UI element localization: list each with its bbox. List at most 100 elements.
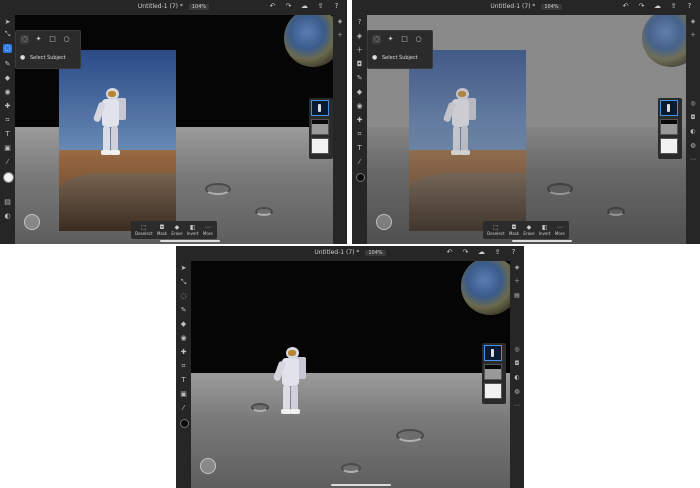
healing-tool-icon[interactable]: ✚	[3, 102, 12, 111]
share-icon[interactable]: ⇪	[493, 248, 502, 257]
type-tool-icon[interactable]: T	[355, 144, 364, 153]
healing-tool-icon[interactable]: ✚	[179, 348, 188, 357]
transform-tool-icon[interactable]: ⤡	[179, 278, 188, 287]
fill-tool-icon[interactable]: ◉	[355, 102, 364, 111]
type-tool-icon[interactable]: T	[179, 376, 188, 385]
rectangle-select-icon[interactable]: □	[400, 35, 409, 44]
touch-shortcut-button[interactable]	[200, 458, 216, 474]
layer-thumb-moon[interactable]	[660, 119, 678, 135]
mask-tool-icon[interactable]: ◘	[355, 60, 364, 69]
layer-thumb-astronaut[interactable]	[660, 100, 678, 116]
color-swatch[interactable]	[180, 419, 189, 428]
layers-icon[interactable]: ◈	[336, 18, 344, 26]
fill-tool-icon[interactable]: ◉	[179, 334, 188, 343]
layers-icon[interactable]: ◈	[689, 18, 697, 26]
add-layer-icon[interactable]: ＋	[689, 32, 697, 40]
deselect-button[interactable]: ⬚ Deselect	[487, 224, 504, 236]
ellipse-select-icon[interactable]: ○	[62, 35, 71, 44]
touch-shortcut-button[interactable]	[376, 214, 392, 230]
share-icon[interactable]: ⇪	[669, 2, 678, 11]
eraser-tool-icon[interactable]: ◆	[355, 88, 364, 97]
add-layer-icon[interactable]: ＋	[513, 278, 521, 286]
lasso-select-tool-icon[interactable]: ◌	[179, 292, 188, 301]
lasso-icon[interactable]: ◌	[20, 35, 29, 44]
healing-tool-icon[interactable]: ✚	[355, 116, 364, 125]
move-tool-icon[interactable]: ➤	[3, 18, 12, 27]
eyedropper-tool-icon[interactable]: ⁄	[179, 404, 188, 413]
add-layer-icon[interactable]: ＋	[355, 46, 364, 55]
zoom-level[interactable]: 104%	[188, 4, 210, 10]
layer-tool-icon[interactable]: ▤	[3, 198, 12, 207]
layer-thumb-astronaut[interactable]	[311, 100, 329, 116]
undo-icon[interactable]: ↶	[445, 248, 454, 257]
layer-thumb-moon[interactable]	[311, 119, 329, 135]
mask-icon[interactable]: ◘	[513, 360, 521, 368]
cloud-icon[interactable]: ☁	[653, 2, 662, 11]
cloud-icon[interactable]: ☁	[300, 2, 309, 11]
astronaut-photo-layer[interactable]	[409, 50, 526, 231]
eyedropper-tool-icon[interactable]: ⁄	[355, 158, 364, 167]
help-icon[interactable]: ?	[332, 2, 341, 11]
more-button[interactable]: ⋯ More	[555, 224, 565, 236]
mask-button[interactable]: ◘ Mask	[157, 224, 167, 236]
layer-effects-icon[interactable]: ◍	[689, 142, 697, 150]
more-button[interactable]: ⋯ More	[203, 224, 213, 236]
fill-tool-icon[interactable]: ◉	[3, 88, 12, 97]
ellipse-select-icon[interactable]: ○	[414, 35, 423, 44]
layer-thumb-background[interactable]	[660, 138, 678, 154]
layers-icon[interactable]: ◈	[513, 264, 521, 272]
cloud-icon[interactable]: ☁	[477, 248, 486, 257]
layer-thumb-astronaut[interactable]	[484, 345, 502, 361]
canvas[interactable]	[191, 261, 510, 488]
eyedropper-tool-icon[interactable]: ⁄	[3, 158, 12, 167]
add-layer-icon[interactable]: ＋	[336, 32, 344, 40]
share-icon[interactable]: ⇪	[316, 2, 325, 11]
adjustment-icon[interactable]: ◐	[689, 128, 697, 136]
undo-icon[interactable]: ↶	[268, 2, 277, 11]
redo-icon[interactable]: ↷	[461, 248, 470, 257]
mask-icon[interactable]: ◘	[689, 114, 697, 122]
erase-button[interactable]: ◆ Erase	[523, 224, 534, 236]
eraser-tool-icon[interactable]: ◆	[179, 320, 188, 329]
redo-icon[interactable]: ↷	[637, 2, 646, 11]
crop-tool-icon[interactable]: ⌗	[3, 116, 12, 125]
magic-wand-icon[interactable]: ✦	[386, 35, 395, 44]
color-swatch[interactable]	[356, 173, 365, 182]
mask-button[interactable]: ◘ Mask	[509, 224, 519, 236]
layer-thumb-background[interactable]	[484, 383, 502, 399]
erase-button[interactable]: ◆ Erase	[171, 224, 182, 236]
transform-tool-icon[interactable]: ⤡	[3, 30, 12, 39]
lasso-icon[interactable]: ◌	[372, 35, 381, 44]
select-subject-button[interactable]: ● Select Subject	[20, 55, 66, 62]
type-tool-icon[interactable]: T	[3, 130, 12, 139]
layer-thumb-moon[interactable]	[484, 364, 502, 380]
help-icon[interactable]: ?	[685, 2, 694, 11]
more-icon[interactable]: ⋯	[689, 156, 697, 164]
magic-wand-icon[interactable]: ✦	[34, 35, 43, 44]
astronaut-photo-layer[interactable]	[59, 50, 176, 231]
brush-tool-icon[interactable]: ✎	[355, 74, 364, 83]
crop-tool-icon[interactable]: ⌗	[179, 362, 188, 371]
more-icon[interactable]: ⋯	[513, 402, 521, 410]
lasso-select-tool-icon[interactable]: ◌	[3, 44, 12, 53]
layer-effects-icon[interactable]: ◍	[513, 388, 521, 396]
rectangle-select-icon[interactable]: □	[48, 35, 57, 44]
adjustment-icon[interactable]: ◐	[513, 374, 521, 382]
zoom-level[interactable]: 104%	[365, 250, 386, 256]
help-icon[interactable]: ?	[509, 248, 518, 257]
group-icon[interactable]: ▤	[513, 292, 521, 300]
help-icon[interactable]: ?	[355, 18, 364, 27]
layers-icon[interactable]: ◈	[355, 32, 364, 41]
brush-tool-icon[interactable]: ✎	[3, 60, 12, 69]
layer-thumb-background[interactable]	[311, 138, 329, 154]
image-tool-icon[interactable]: ▣	[179, 390, 188, 399]
image-tool-icon[interactable]: ▣	[3, 144, 12, 153]
color-swatch[interactable]	[3, 172, 14, 183]
zoom-level[interactable]: 104%	[541, 4, 562, 10]
deselect-button[interactable]: ⬚ Deselect	[135, 224, 152, 236]
redo-icon[interactable]: ↷	[284, 2, 293, 11]
touch-shortcut-button[interactable]	[24, 214, 40, 230]
eraser-tool-icon[interactable]: ◆	[3, 74, 12, 83]
invert-button[interactable]: ◧ Invert	[187, 224, 199, 236]
undo-icon[interactable]: ↶	[621, 2, 630, 11]
